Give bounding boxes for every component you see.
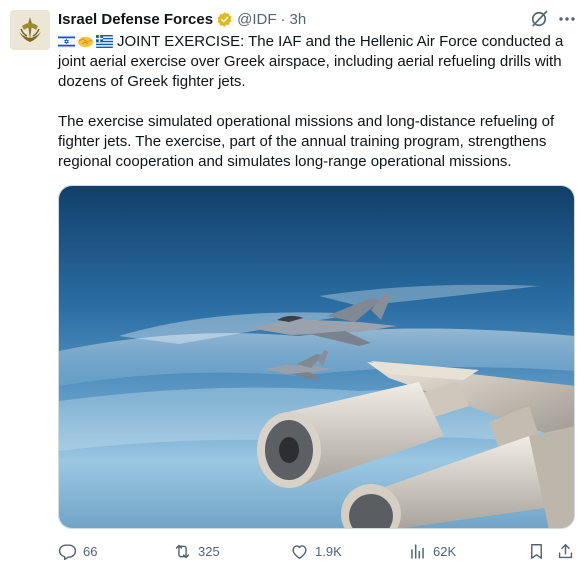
author-name[interactable]: Israel Defense Forces — [58, 11, 213, 28]
israel-flag-icon — [58, 35, 75, 48]
bookmark-button[interactable] — [527, 540, 546, 562]
share-button[interactable] — [556, 540, 575, 562]
idf-emblem-icon — [10, 10, 50, 50]
reply-button[interactable]: 66 — [58, 540, 97, 562]
analytics-icon — [411, 543, 424, 559]
like-button[interactable]: 1.9K — [290, 540, 342, 562]
share-icon — [558, 543, 573, 558]
gold-verified-icon[interactable] — [216, 11, 233, 28]
repost-button[interactable]: 325 — [173, 540, 220, 562]
views-button[interactable]: 62K — [408, 540, 456, 562]
tweet-paragraph-1: JOINT EXERCISE: The IAF and the Hellenic… — [58, 33, 564, 90]
tweet-card[interactable]: Israel Defense Forces @IDF · 3h JOINT EX… — [0, 0, 584, 571]
author-handle[interactable]: @IDF — [237, 11, 276, 28]
greece-flag-icon — [96, 35, 113, 48]
avatar[interactable] — [10, 10, 50, 50]
timestamp[interactable]: 3h — [289, 11, 306, 28]
more-options-icon[interactable] — [557, 12, 577, 26]
heart-icon — [292, 544, 307, 559]
reply-icon — [58, 543, 77, 560]
tweet-text: JOINT EXERCISE: The IAF and the Hellenic… — [58, 32, 578, 172]
tweet-header: Israel Defense Forces @IDF · 3h — [58, 8, 306, 30]
tweet-photo[interactable] — [58, 185, 575, 529]
action-bar: 66 325 1.9K 62K — [58, 540, 578, 562]
like-count: 1.9K — [315, 543, 342, 559]
bookmark-icon — [531, 543, 542, 559]
grok-icon[interactable] — [529, 9, 549, 29]
handshake-icon — [77, 35, 94, 48]
fighter-jets-photo — [59, 186, 574, 528]
repost-count: 325 — [198, 543, 220, 559]
separator-dot: · — [280, 10, 286, 28]
view-count: 62K — [433, 543, 457, 559]
tweet-paragraph-2: The exercise simulated operational missi… — [58, 113, 555, 170]
reply-count: 66 — [83, 543, 98, 559]
repost-icon — [175, 544, 190, 558]
emoji-group — [58, 35, 113, 48]
